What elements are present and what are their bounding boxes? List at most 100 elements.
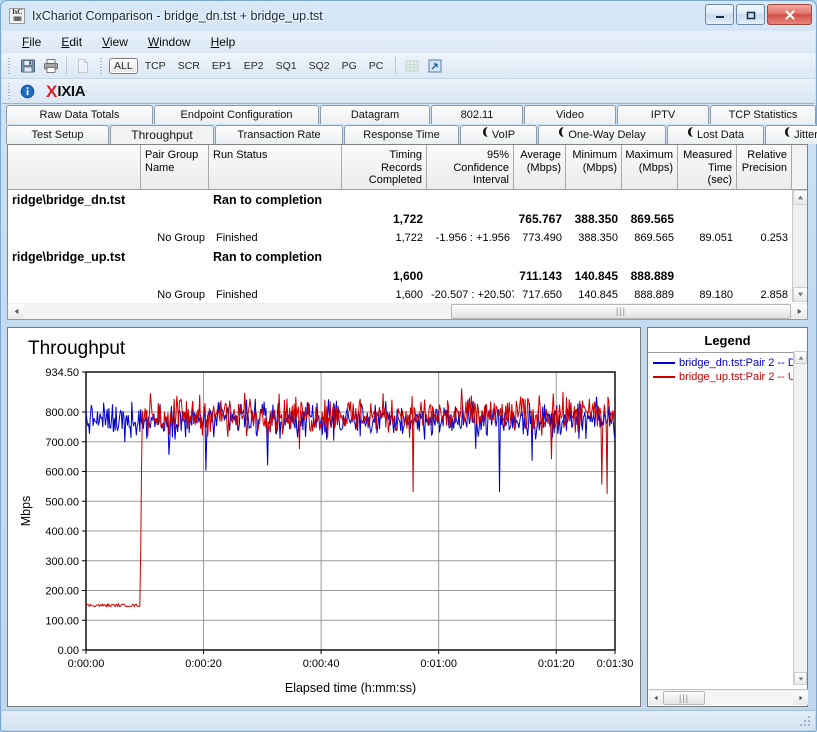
legend-scroll-up-icon[interactable] xyxy=(794,351,807,364)
filter-button-sq1[interactable]: SQ1 xyxy=(271,58,302,74)
legend-horizontal-scrollbar[interactable]: ||| xyxy=(649,689,808,705)
legend-scroll-left-icon[interactable] xyxy=(649,690,663,705)
minimize-button[interactable] xyxy=(705,4,734,25)
tab-test-setup[interactable]: Test Setup xyxy=(6,125,109,144)
filter-button-pg[interactable]: PG xyxy=(337,58,362,74)
table-hscroll-track[interactable]: ||| xyxy=(24,303,791,319)
column-header-measured-time[interactable]: Measured Time (sec) xyxy=(678,145,737,189)
table-row[interactable]: ridge\bridge_dn.tst Ran to completion xyxy=(8,190,807,210)
cell-measured-time: 89.051 xyxy=(699,231,733,244)
legend-item[interactable]: bridge_up.tst:Pair 2 -- U xyxy=(651,370,807,384)
toolbar-grip-2[interactable] xyxy=(98,55,106,76)
cell-average: 773.490 xyxy=(522,231,562,244)
column-header-pair-group[interactable]: Pair Group Name xyxy=(141,145,209,189)
legend-scroll-right-icon[interactable] xyxy=(794,690,808,705)
print-icon[interactable] xyxy=(39,55,62,77)
legend-swatch-up xyxy=(653,376,675,378)
column-header-test[interactable] xyxy=(8,145,141,189)
cell-minimum: 388.350 xyxy=(578,231,618,244)
info-icon[interactable] xyxy=(16,80,39,102)
cell-maximum: 869.565 xyxy=(634,231,674,244)
tab-video[interactable]: Video xyxy=(524,105,616,124)
filter-button-all[interactable]: ALL xyxy=(109,57,138,74)
tab-tcp-statistics[interactable]: TCP Statistics xyxy=(710,105,816,124)
cell-timing-records: 1,722 xyxy=(392,212,423,226)
table-row[interactable]: 1,722 765.767 388.350 869.565 xyxy=(8,210,807,228)
svg-text:Elapsed time (h:mm:ss): Elapsed time (h:mm:ss) xyxy=(285,681,416,695)
menu-edit[interactable]: Edit xyxy=(51,33,92,51)
filter-button-pc[interactable]: PC xyxy=(364,58,389,74)
tab-raw-data-totals[interactable]: Raw Data Totals xyxy=(6,105,153,124)
menu-file[interactable]: FFileile xyxy=(12,33,51,51)
scroll-left-icon[interactable] xyxy=(8,303,24,319)
tab-jitter[interactable]: Jitter xyxy=(765,125,817,144)
tab-throughput[interactable]: Throughput xyxy=(110,125,214,144)
column-header-relative-precision[interactable]: Relative Precision xyxy=(737,145,792,189)
export-icon[interactable] xyxy=(423,55,446,77)
legend-scroll-down-icon[interactable] xyxy=(794,672,807,685)
copy-icon[interactable] xyxy=(71,55,94,77)
legend-vertical-scrollbar[interactable] xyxy=(793,351,807,685)
close-button[interactable] xyxy=(767,4,812,25)
filter-button-ep1[interactable]: EP1 xyxy=(207,58,237,74)
maximize-button[interactable] xyxy=(736,4,765,25)
cell-run-status: Finished xyxy=(216,288,258,301)
tab-lost-data[interactable]: Lost Data xyxy=(667,125,764,144)
cell-measured-time: 89.180 xyxy=(699,288,733,301)
grid-icon[interactable] xyxy=(400,55,423,77)
column-header-maximum[interactable]: Maximum (Mbps) xyxy=(622,145,678,189)
column-header-confidence[interactable]: 95% Confidence Interval xyxy=(427,145,514,189)
table-horizontal-scrollbar[interactable]: ||| xyxy=(7,303,808,320)
table-hscroll-thumb[interactable]: ||| xyxy=(451,303,791,319)
legend-item[interactable]: bridge_dn.tst:Pair 2 -- D xyxy=(651,356,807,370)
menu-bar: FFileile Edit View Window Help xyxy=(2,31,815,53)
scroll-down-icon[interactable] xyxy=(793,287,807,302)
legend-hscroll-track[interactable]: ||| xyxy=(663,690,794,705)
table-row[interactable]: 1,600 711.143 140.845 888.889 xyxy=(8,267,807,285)
menu-window[interactable]: Window xyxy=(138,33,201,51)
table-row[interactable]: ridge\bridge_up.tst Ran to completion xyxy=(8,247,807,267)
tab-datagram[interactable]: Datagram xyxy=(320,105,430,124)
svg-text:200.00: 200.00 xyxy=(45,586,79,598)
legend-hscroll-thumb[interactable]: ||| xyxy=(663,690,705,705)
column-header-minimum[interactable]: Minimum (Mbps) xyxy=(566,145,622,189)
filter-button-ep2[interactable]: EP2 xyxy=(239,58,269,74)
menu-view[interactable]: View xyxy=(92,33,138,51)
throughput-plot[interactable]: 0.00 100.00 200.00 300.00 400.00 500.00 600.00… xyxy=(8,328,640,706)
cell-average: 711.143 xyxy=(519,269,562,283)
column-header-timing-records[interactable]: Timing Records Completed xyxy=(342,145,427,189)
filter-button-scr[interactable]: SCR xyxy=(173,58,205,74)
tab-one-way-delay[interactable]: One-Way Delay xyxy=(538,125,666,144)
phone-icon xyxy=(687,126,694,144)
save-icon[interactable] xyxy=(16,55,39,77)
cell-run-status: Finished xyxy=(216,231,258,244)
tab-iptv[interactable]: IPTV xyxy=(617,105,709,124)
column-header-run-status[interactable]: Run Status xyxy=(209,145,342,189)
svg-text:0:00:40: 0:00:40 xyxy=(303,658,340,670)
tab-endpoint-configuration[interactable]: Endpoint Configuration xyxy=(154,105,319,124)
resize-grip[interactable] xyxy=(798,714,812,728)
svg-text:0:00:00: 0:00:00 xyxy=(68,658,105,670)
toolbar-separator-2 xyxy=(395,57,397,74)
table-row[interactable]: No Group Finished 1,722 -1.956 : +1.956 … xyxy=(8,228,807,247)
cell-maximum: 869.565 xyxy=(630,212,674,226)
column-header-average[interactable]: Average (Mbps) xyxy=(514,145,566,189)
tab-label: Transaction Rate xyxy=(237,129,321,141)
filter-button-tcp[interactable]: TCP xyxy=(140,58,171,74)
brand-toolbar-grip[interactable] xyxy=(6,81,14,101)
toolbar-grip[interactable] xyxy=(6,55,14,76)
table-vertical-scrollbar[interactable] xyxy=(792,190,807,302)
legend-label: bridge_dn.tst:Pair 2 -- D xyxy=(679,357,796,369)
table-row[interactable]: No Group Finished 1,600 -20.507 : +20.50… xyxy=(8,285,807,302)
tab-transaction-rate[interactable]: Transaction Rate xyxy=(215,125,343,144)
tab-802-11[interactable]: 802.11 xyxy=(431,105,523,124)
svg-text:0:01:30: 0:01:30 xyxy=(597,658,634,670)
scroll-up-icon[interactable] xyxy=(793,190,807,205)
menu-help[interactable]: Help xyxy=(201,33,246,51)
tab-label: One-Way Delay xyxy=(568,129,646,141)
tab-voip[interactable]: VoIP xyxy=(460,125,537,144)
tab-response-time[interactable]: Response Time xyxy=(344,125,459,144)
scroll-right-icon[interactable] xyxy=(791,303,807,319)
cell-run-status: Ran to completion xyxy=(213,250,323,264)
filter-button-sq2[interactable]: SQ2 xyxy=(304,58,335,74)
